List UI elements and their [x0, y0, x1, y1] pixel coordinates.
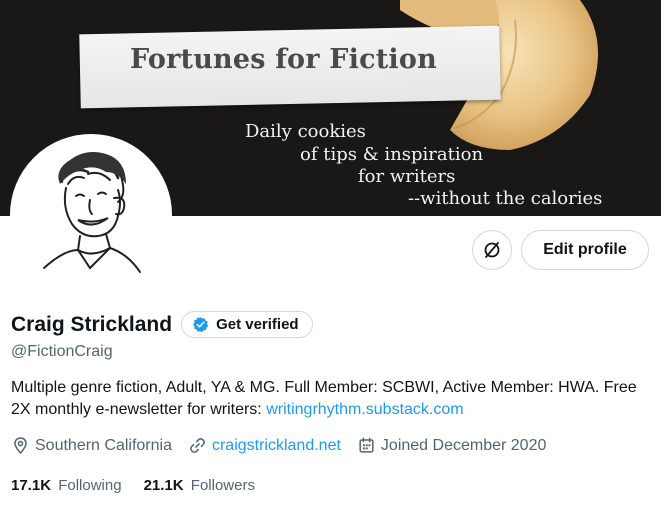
- calendar-icon: [359, 437, 374, 453]
- location-pin-icon: [14, 437, 27, 455]
- display-name: Craig Strickland: [11, 312, 173, 336]
- banner-tagline-line: --without the calories: [408, 188, 603, 209]
- get-verified-button[interactable]: Get verified: [181, 311, 313, 338]
- profile-name-row: Craig Strickland Get verified: [11, 311, 313, 338]
- verified-badge-icon: [192, 316, 209, 333]
- profile-location: Southern California: [11, 436, 172, 455]
- following-count: 17.1K: [11, 477, 52, 494]
- followers-label: Followers: [190, 477, 255, 494]
- following-label: Following: [58, 477, 122, 494]
- profile-joined: Joined December 2020: [357, 436, 546, 455]
- subscription-button[interactable]: [472, 230, 512, 270]
- following-link[interactable]: 17.1K Following: [11, 477, 122, 494]
- profile-bio: Multiple genre fiction, Adult, YA & MG. …: [11, 377, 656, 421]
- profile-meta: Southern California craigstrickland.net …: [11, 436, 562, 455]
- profile-avatar[interactable]: [10, 134, 172, 296]
- followers-count: 21.1K: [143, 477, 184, 494]
- banner-tagline-line: of tips & inspiration: [300, 144, 484, 165]
- link-icon: [189, 438, 205, 453]
- banner-tagline-line: for writers: [358, 166, 456, 187]
- get-verified-label: Get verified: [216, 316, 299, 333]
- edit-profile-button[interactable]: Edit profile: [521, 230, 649, 270]
- website-link[interactable]: craigstrickland.net: [212, 437, 341, 455]
- banner-tagline-line: Daily cookies: [245, 121, 366, 142]
- subscription-icon: [484, 242, 500, 258]
- profile-handle: @FictionCraig: [11, 343, 113, 360]
- joined-text: Joined December 2020: [380, 436, 547, 454]
- follow-stats: 17.1K Following 21.1K Followers: [11, 477, 277, 494]
- profile-website[interactable]: craigstrickland.net: [188, 436, 341, 455]
- avatar-sketch-image: [14, 138, 168, 292]
- location-text: Southern California: [35, 436, 172, 454]
- followers-link[interactable]: 21.1K Followers: [144, 477, 255, 494]
- banner-title: Fortunes for Fiction: [130, 44, 437, 75]
- bio-newsletter-link[interactable]: writingrhythm.substack.com: [266, 401, 463, 418]
